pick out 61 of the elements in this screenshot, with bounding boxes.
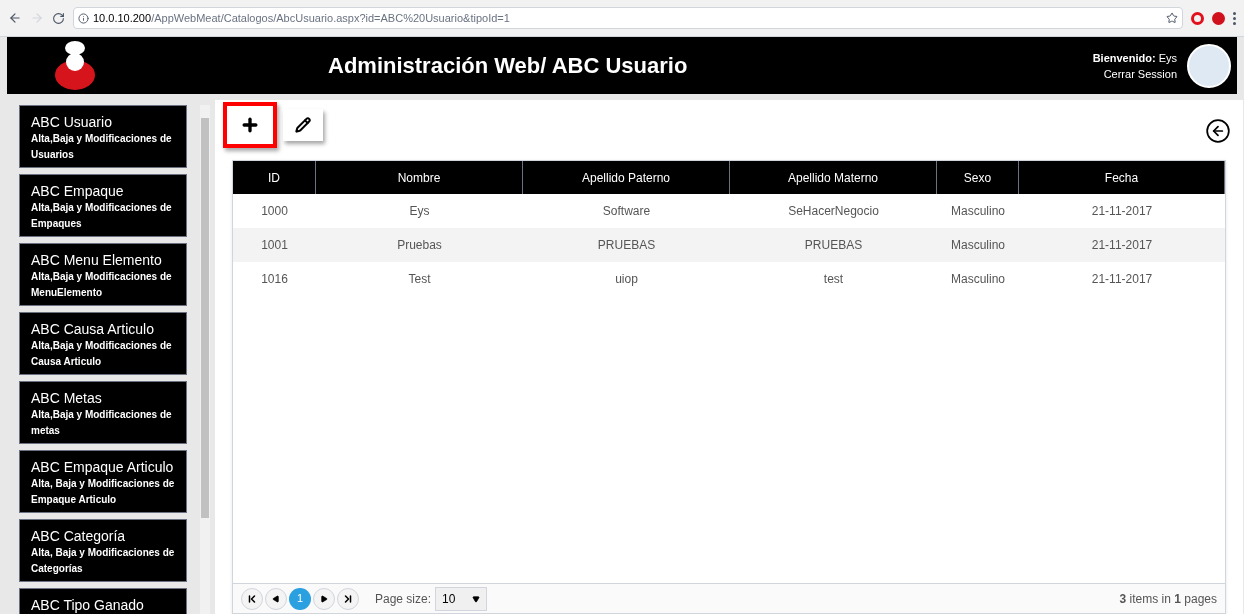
table-cell-text: Masculino	[951, 203, 1005, 220]
back-icon[interactable]	[1205, 118, 1231, 144]
table-row[interactable]: 1001 Pruebas PRUEBAS PRUEBAS Masculino 21-11-2017	[233, 228, 1225, 262]
welcome-text: Bienvenido: Eys	[1092, 50, 1177, 66]
table-cell-text: uiop	[615, 271, 638, 288]
table-cell-text: 21-11-2017	[1091, 203, 1153, 220]
first-page-button[interactable]	[241, 587, 263, 610]
table-cell-text: Pruebas	[397, 237, 442, 254]
info-icon	[78, 12, 89, 24]
sidebar-item[interactable]: ABC Menu Elemento Alta,Baja y Modificaciones de MenuElemento	[19, 243, 187, 306]
page-size-select[interactable]: 10	[435, 586, 488, 611]
next-page-button[interactable]	[313, 587, 335, 610]
dropdown-icon	[472, 594, 481, 603]
address-bar[interactable]: 10.0.10.200/AppWebMeat/Catalogos/AbcUsuario.aspx?id=ABC%20Usuario&tipoId=1	[73, 7, 1183, 29]
url-path: /AppWebMeat/Catalogos/AbcUsuario.aspx?id=ABC%20Usuario&tipoId=1	[151, 10, 510, 26]
reload-icon[interactable]	[52, 11, 65, 25]
sidebar-scrollbar[interactable]	[200, 105, 210, 614]
table-cell-text: Eys	[409, 203, 430, 220]
last-page-icon	[342, 592, 354, 605]
table-cell-text: 1001	[261, 237, 288, 254]
page-title: Administración Web/ ABC Usuario	[328, 52, 688, 80]
logo	[52, 39, 98, 92]
table-cell-text: 21-11-2017	[1091, 237, 1153, 254]
table-cell-text: PRUEBAS	[597, 237, 656, 254]
table-cell-text: Test	[408, 271, 431, 288]
back-icon[interactable]	[8, 11, 22, 25]
bookmark-icon[interactable]	[1166, 12, 1178, 24]
add-button[interactable]	[223, 102, 277, 148]
sidebar-item[interactable]: ABC Tipo Ganado	[19, 588, 187, 614]
table-cell-text: PRUEBAS	[804, 237, 863, 254]
logout-link[interactable]: Cerrar Session	[1103, 65, 1177, 82]
sidebar-item[interactable]: ABC Categoría Alta, Baja y Modificaciones de Categorías	[19, 519, 187, 582]
sidebar-item[interactable]: ABC Empaque Articulo Alta, Baja y Modificaciones de Empaque Articulo	[19, 450, 187, 513]
table-cell-text: Masculino	[951, 271, 1005, 288]
first-page-icon	[246, 592, 258, 605]
table-cell-text: SeHacerNegocio	[788, 203, 879, 220]
sidebar-item[interactable]: ABC Usuario Alta,Baja y Modificaciones de Usuarios	[19, 105, 187, 168]
menu-icon[interactable]	[1233, 11, 1236, 25]
sidebar-item[interactable]: ABC Metas Alta,Baja y Modificaciones de metas	[19, 381, 187, 444]
sidebar-item[interactable]: ABC Empaque Alta,Baja y Modificaciones de Empaques	[19, 174, 187, 237]
pager-summary: 3 items in 1 pages	[1119, 590, 1217, 608]
url-host: 10.0.10.200	[93, 10, 152, 26]
pencil-icon	[295, 117, 311, 133]
previous-page-button[interactable]	[265, 587, 287, 610]
table-cell-text: 21-11-2017	[1091, 271, 1153, 288]
table-cell-text: 1000	[261, 203, 288, 220]
next-icon	[320, 594, 328, 603]
table-cell-text: Masculino	[951, 237, 1005, 254]
last-page-button[interactable]	[337, 587, 359, 610]
plus-icon	[240, 115, 260, 135]
table-row[interactable]: 1000 Eys Software SeHacerNegocio Masculino 21-11-2017	[233, 194, 1225, 228]
page-size-label: Page size:	[375, 590, 432, 608]
avatar	[1187, 43, 1231, 88]
edit-button[interactable]	[283, 109, 323, 141]
table-cell-text: Software	[602, 203, 651, 220]
previous-icon	[272, 594, 280, 603]
table-cell-text: test	[823, 271, 844, 288]
table-row[interactable]: 1016 Test uiop test Masculino 21-11-2017	[233, 262, 1225, 296]
sidebar-item[interactable]: ABC Causa Articulo Alta,Baja y Modificaciones de Causa Articulo	[19, 312, 187, 375]
table-cell-text: 1016	[261, 271, 288, 288]
extension-icon[interactable]	[1191, 11, 1204, 25]
